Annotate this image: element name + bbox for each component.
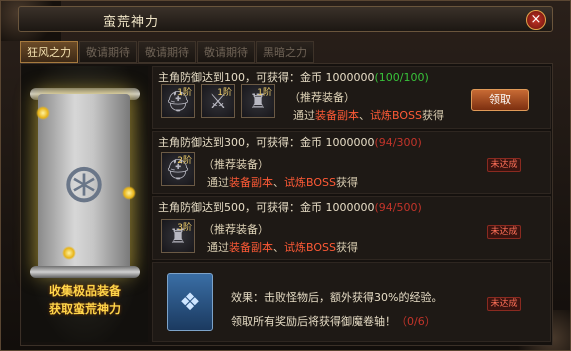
equipment-slot[interactable]: ⛑ 1阶 (161, 84, 195, 118)
reward-row: 主角防御达到100，可获得：金币 1000000(100/100) ⛑ 1阶 ⚔… (152, 66, 551, 129)
item-level: 1阶 (177, 88, 192, 98)
tab-coming-soon-2[interactable]: 敬请期待 (138, 41, 196, 63)
close-icon[interactable]: × (526, 10, 546, 30)
claim-button[interactable]: 领取 (471, 89, 529, 111)
sparkle-icon (122, 186, 136, 200)
bonus-section: ❖ 效果：击败怪物后，额外获得30%的经验。 领取所有奖励后将获得御魔卷轴！（0… (152, 262, 551, 342)
tab-kuangfeng[interactable]: 狂风之力 (20, 41, 78, 63)
not-achieved-badge: 未达成 (487, 297, 521, 311)
row-progress: (100/100) (374, 71, 429, 84)
source-link: 试炼BOSS (284, 241, 336, 254)
reward-row: 主角防御达到500，可获得：金币 1000000(94/500) ♜ 3阶 （推… (152, 196, 551, 260)
sparkle-icon (36, 106, 50, 120)
source-link: 试炼BOSS (370, 109, 422, 122)
tab-coming-soon-1[interactable]: 敬请期待 (79, 41, 137, 63)
item-level: 2阶 (177, 156, 192, 166)
source-link: 装备副本 (229, 241, 273, 254)
illustration-panel: ⊛ 收集极品装备 获取蛮荒神力 (22, 66, 148, 342)
source-text: 通过装备副本、试炼BOSS获得 (293, 109, 444, 122)
bonus-note: 领取所有奖励后将获得御魔卷轴！（0/6） (231, 315, 436, 328)
source-link: 装备副本 (229, 176, 273, 189)
title-bar: 蛮荒神力 × (18, 6, 553, 32)
row-progress: (94/300) (374, 136, 422, 149)
rune-scroll: ⊛ (38, 94, 130, 272)
window-title: 蛮荒神力 (103, 15, 160, 30)
tab-heian[interactable]: 黑暗之力 (256, 41, 314, 63)
scroll-icon[interactable]: ❖ (167, 273, 213, 331)
rune-scroll-icon: ⊛ (61, 151, 107, 215)
row-title: 主角防御达到300，可获得：金币 1000000(94/300) (158, 136, 422, 149)
equipment-slot[interactable]: ♜ 3阶 (161, 219, 195, 253)
item-level: 1阶 (217, 88, 232, 98)
sparkle-icon (62, 246, 76, 260)
recommend-label: （推荐装备） (203, 223, 269, 236)
source-text: 通过装备副本、试炼BOSS获得 (207, 176, 358, 189)
row-title: 主角防御达到500，可获得：金币 1000000(94/500) (158, 201, 422, 214)
recommend-label: （推荐装备） (203, 158, 269, 171)
bonus-effect: 效果：击败怪物后，额外获得30%的经验。 (231, 291, 443, 304)
equipment-slot[interactable]: ⛑ 2阶 (161, 152, 195, 186)
equipment-slot[interactable]: ♜ 1阶 (241, 84, 275, 118)
panel-caption-line2: 获取蛮荒神力 (48, 302, 121, 316)
source-link: 试炼BOSS (284, 176, 336, 189)
bonus-progress: （0/6） (396, 315, 436, 328)
not-achieved-badge: 未达成 (487, 225, 521, 239)
not-achieved-badge: 未达成 (487, 158, 521, 172)
item-level: 1阶 (257, 88, 272, 98)
source-link: 装备副本 (315, 109, 359, 122)
scroll-rod-bottom (30, 266, 140, 278)
tab-bar: 狂风之力 敬请期待 敬请期待 敬请期待 黑暗之力 (20, 41, 314, 63)
source-text: 通过装备副本、试炼BOSS获得 (207, 241, 358, 254)
reward-row: 主角防御达到300，可获得：金币 1000000(94/300) ⛑ 2阶 （推… (152, 131, 551, 194)
tab-coming-soon-3[interactable]: 敬请期待 (197, 41, 255, 63)
panel-caption-line1: 收集极品装备 (48, 284, 121, 298)
recommend-label: （推荐装备） (289, 91, 355, 104)
row-progress: (94/500) (374, 201, 422, 214)
equipment-slot[interactable]: ⚔ 1阶 (201, 84, 235, 118)
item-level: 3阶 (177, 223, 192, 233)
row-title: 主角防御达到100，可获得：金币 1000000(100/100) (158, 71, 429, 84)
